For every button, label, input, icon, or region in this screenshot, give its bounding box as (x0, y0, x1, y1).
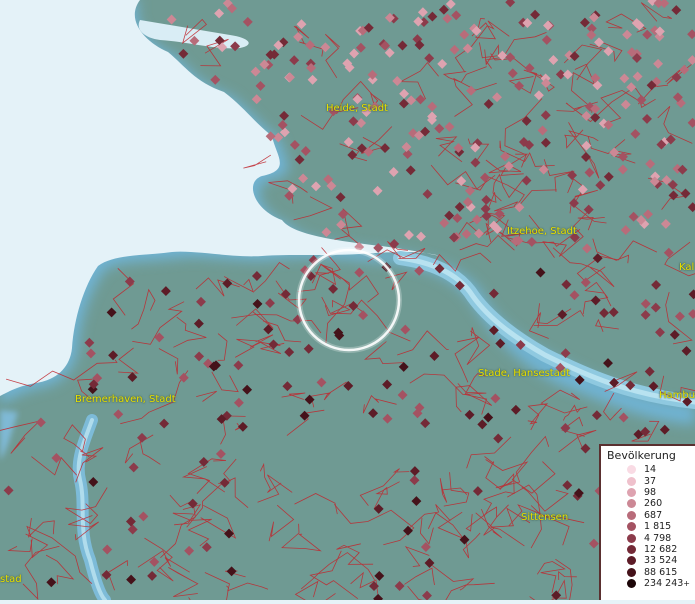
legend-entry: 1 815 (607, 521, 691, 532)
legend-entry: 14 (607, 464, 691, 475)
legend-label: 88 615 (644, 566, 678, 578)
legend-entry: 33 524 (607, 555, 691, 566)
legend-swatch (627, 476, 636, 486)
legend-swatch (627, 579, 636, 589)
legend-label: 260 (644, 498, 663, 510)
legend-swatch (627, 510, 636, 520)
legend-swatch (627, 556, 636, 566)
legend-label: 33 524 (644, 555, 678, 567)
legend-entry: 260 (607, 498, 691, 509)
legend-plus: + (683, 579, 690, 589)
legend-label: 14 (644, 464, 657, 476)
city-label-heide: Heide, Stadt (326, 103, 388, 114)
legend-entry: 37 (607, 475, 691, 487)
legend-title: Bevölkerung (607, 449, 676, 462)
map-viewport[interactable]: Heide, Stadt Itzehoe, Stadt Kal Stade, H… (0, 0, 695, 604)
legend-label: 687 (644, 509, 663, 521)
legend-swatch (627, 533, 636, 543)
city-label-sittensen: Sittensen (521, 512, 569, 523)
legend-label: 37 (644, 475, 657, 487)
city-label-stad: stad (0, 574, 22, 585)
legend-label: 1 815 (644, 521, 672, 533)
legend-entry: 12 682 (607, 544, 691, 555)
legend-swatch (627, 544, 636, 554)
city-label-itzehoe: Itzehoe, Stadt (507, 226, 577, 237)
legend-swatch (627, 522, 636, 532)
legend-entry: 88 615 (607, 567, 691, 578)
legend-swatch (627, 487, 636, 497)
legend-swatch (627, 465, 636, 475)
legend-entry: 4 798 (607, 532, 691, 544)
legend-label: 234 243 (644, 578, 684, 590)
map-canvas[interactable] (0, 0, 695, 604)
legend-entry: 234 243 + (607, 578, 691, 589)
legend-label: 98 (644, 486, 657, 498)
city-label-bremerhaven: Bremerhaven, Stadt (75, 394, 176, 405)
legend-entry: 687 (607, 510, 691, 521)
legend-swatch (627, 499, 636, 509)
legend-swatch (627, 567, 636, 577)
population-legend: Bevölkerung 14 37 98 260 687 1 815 4 798 12 682… (599, 444, 695, 600)
city-label-kal: Kal (679, 262, 695, 273)
city-label-stade: Stade, Hansestadt (478, 368, 571, 379)
legend-entry: 98 (607, 487, 691, 498)
legend-label: 12 682 (644, 543, 678, 555)
legend-label: 4 798 (644, 532, 672, 544)
city-label-hambu: Hambu (659, 390, 695, 401)
